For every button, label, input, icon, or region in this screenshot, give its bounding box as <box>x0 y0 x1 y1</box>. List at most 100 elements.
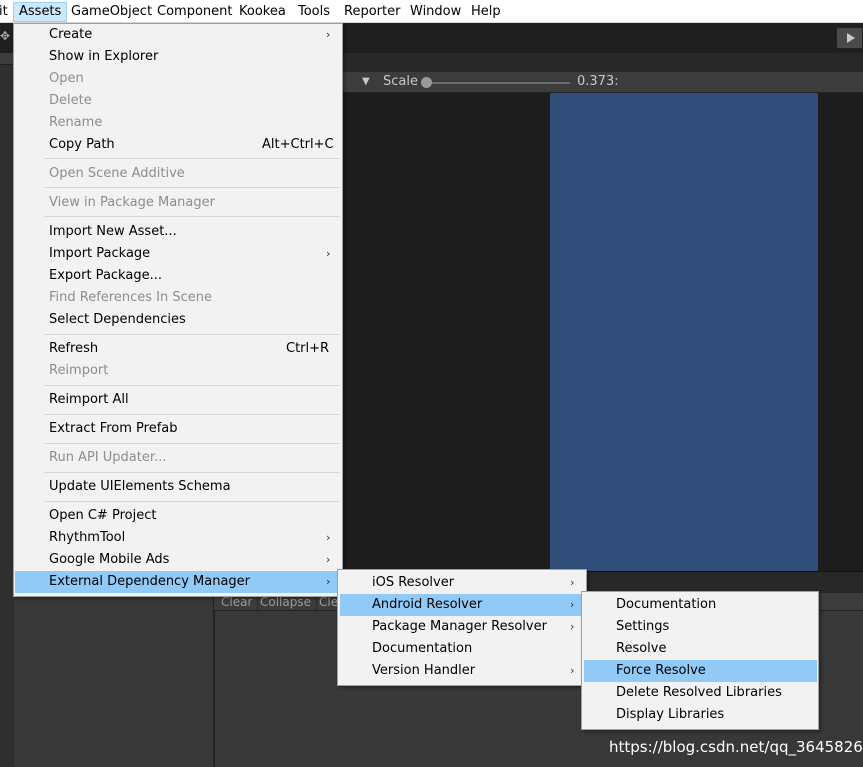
menu-item-label: External Dependency Manager <box>49 574 251 589</box>
menu-item-google-mobile-ads[interactable]: Google Mobile Ads › <box>15 549 342 571</box>
menu-item-documentation[interactable]: Documentation <box>340 638 585 660</box>
menu-item-refresh[interactable]: Refresh Ctrl+R <box>15 338 342 360</box>
menu-item-label: Rename <box>49 115 103 130</box>
menu-item-label: Resolve <box>616 641 667 656</box>
scale-slider-thumb[interactable] <box>421 77 432 88</box>
menu-separator <box>44 187 340 188</box>
menu-item-label: Extract From Prefab <box>49 421 178 436</box>
menu-item-label: Display Libraries <box>616 707 725 722</box>
hierarchy-panel <box>0 53 14 767</box>
menu-item-reimport: Reimport <box>15 360 342 382</box>
menu-item-label: Delete Resolved Libraries <box>616 685 782 700</box>
game-canvas[interactable] <box>550 93 818 571</box>
menu-item-view-in-package-manager: View in Package Manager <box>15 192 342 214</box>
play-button[interactable] <box>836 27 863 49</box>
menu-item-label: Select Dependencies <box>49 312 186 327</box>
menu-item-label: Open C# Project <box>49 508 157 523</box>
submenu-arrow-icon: › <box>326 247 331 260</box>
scale-slider-track[interactable] <box>424 82 570 84</box>
menu-item-label: Reimport <box>49 363 109 378</box>
menu-item-label: Open Scene Additive <box>49 166 185 181</box>
menu-separator <box>44 414 340 415</box>
play-icon <box>847 33 855 43</box>
menu-item-create[interactable]: Create › <box>15 24 342 46</box>
menu-item-extract-from-prefab[interactable]: Extract From Prefab <box>15 418 342 440</box>
menu-item-run-api-updater: Run API Updater... <box>15 447 342 469</box>
menu-item-ios-resolver[interactable]: iOS Resolver › <box>340 572 585 594</box>
menu-item-copy-path[interactable]: Copy Path Alt+Ctrl+C <box>15 134 342 156</box>
dropdown-arrow-icon[interactable]: ▼ <box>362 76 370 87</box>
menu-item-label: iOS Resolver <box>372 575 455 590</box>
menu-tools[interactable]: Tools <box>293 2 335 22</box>
menu-item-package-manager-resolver[interactable]: Package Manager Resolver › <box>340 616 585 638</box>
menu-item-label: Import New Asset... <box>49 224 177 239</box>
menu-item-rhythmtool[interactable]: RhythmTool › <box>15 527 342 549</box>
menu-item-label: Documentation <box>616 597 717 612</box>
menu-edit[interactable]: it <box>0 2 13 22</box>
menu-item-force-resolve[interactable]: Force Resolve <box>584 660 817 682</box>
menu-item-label: Settings <box>616 619 670 634</box>
menu-separator <box>44 443 340 444</box>
project-panel <box>14 597 214 767</box>
menu-item-label: Update UIElements Schema <box>49 479 231 494</box>
menu-item-delete-resolved-libraries[interactable]: Delete Resolved Libraries <box>584 682 817 704</box>
menu-item-label: Open <box>49 71 84 86</box>
menu-item-label: Find References In Scene <box>49 290 212 305</box>
menu-separator <box>44 385 340 386</box>
menu-item-reimport-all[interactable]: Reimport All <box>15 389 342 411</box>
menu-gameobject[interactable]: GameObject <box>66 2 157 22</box>
menu-item-select-dependencies[interactable]: Select Dependencies <box>15 309 342 331</box>
menu-item-label: Delete <box>49 93 92 108</box>
menu-item-label: Version Handler <box>372 663 476 678</box>
menu-item-display-libraries[interactable]: Display Libraries <box>584 704 817 726</box>
menu-assets[interactable]: Assets <box>13 2 68 22</box>
menu-item-android-resolver[interactable]: Android Resolver › <box>340 594 585 616</box>
menu-help[interactable]: Help <box>466 2 506 22</box>
menu-item-import-new-asset[interactable]: Import New Asset... <box>15 221 342 243</box>
menu-item-open-scene-additive: Open Scene Additive <box>15 163 342 185</box>
menu-item-rename: Rename <box>15 112 342 134</box>
menu-item-label: Refresh <box>49 341 99 356</box>
menu-item-label: Package Manager Resolver <box>372 619 547 634</box>
menu-item-android-documentation[interactable]: Documentation <box>584 594 817 616</box>
external-dependency-manager-submenu: iOS Resolver › Android Resolver › Packag… <box>337 569 587 686</box>
menu-separator <box>44 501 340 502</box>
android-resolver-submenu: Documentation Settings Resolve Force Res… <box>581 591 819 730</box>
submenu-arrow-icon: › <box>326 553 331 566</box>
menu-reporter[interactable]: Reporter <box>339 2 405 22</box>
menu-item-label: Create <box>49 27 93 42</box>
menu-item-open: Open <box>15 68 342 90</box>
menu-item-label: Copy Path <box>49 137 115 152</box>
menu-kookea[interactable]: Kookea <box>234 2 291 22</box>
menu-separator <box>44 158 340 159</box>
menu-item-label: Android Resolver <box>372 597 483 612</box>
hierarchy-tab-strip <box>0 53 14 65</box>
menu-item-resolve[interactable]: Resolve <box>584 638 817 660</box>
menu-item-label: Reimport All <box>49 392 129 407</box>
menu-item-external-dependency-manager[interactable]: External Dependency Manager › <box>15 571 342 593</box>
menu-separator <box>44 216 340 217</box>
move-tool-icon[interactable]: ✥ <box>0 25 10 47</box>
menu-item-label: Show in Explorer <box>49 49 159 64</box>
menu-item-label: Google Mobile Ads <box>49 552 170 567</box>
menu-item-version-handler[interactable]: Version Handler › <box>340 660 585 682</box>
menu-separator <box>44 472 340 473</box>
game-view-tab-bar <box>343 53 863 72</box>
submenu-arrow-icon: › <box>570 576 575 589</box>
menu-item-export-package[interactable]: Export Package... <box>15 265 342 287</box>
menu-item-update-uielements-schema[interactable]: Update UIElements Schema <box>15 476 342 498</box>
menu-separator <box>44 334 340 335</box>
main-menu-bar: it Assets GameObject Component Kookea To… <box>0 0 863 23</box>
menu-item-label: View in Package Manager <box>49 195 215 210</box>
menu-item-find-references: Find References In Scene <box>15 287 342 309</box>
submenu-arrow-icon: › <box>570 664 575 677</box>
menu-item-open-csharp-project[interactable]: Open C# Project <box>15 505 342 527</box>
menu-item-settings[interactable]: Settings <box>584 616 817 638</box>
menu-item-shortcut: Alt+Ctrl+C <box>262 137 334 152</box>
menu-item-label: Import Package <box>49 246 151 261</box>
menu-component[interactable]: Component <box>152 2 237 22</box>
menu-item-label: Force Resolve <box>616 663 706 678</box>
menu-item-import-package[interactable]: Import Package › <box>15 243 342 265</box>
menu-window[interactable]: Window <box>405 2 466 22</box>
menu-item-show-in-explorer[interactable]: Show in Explorer <box>15 46 342 68</box>
